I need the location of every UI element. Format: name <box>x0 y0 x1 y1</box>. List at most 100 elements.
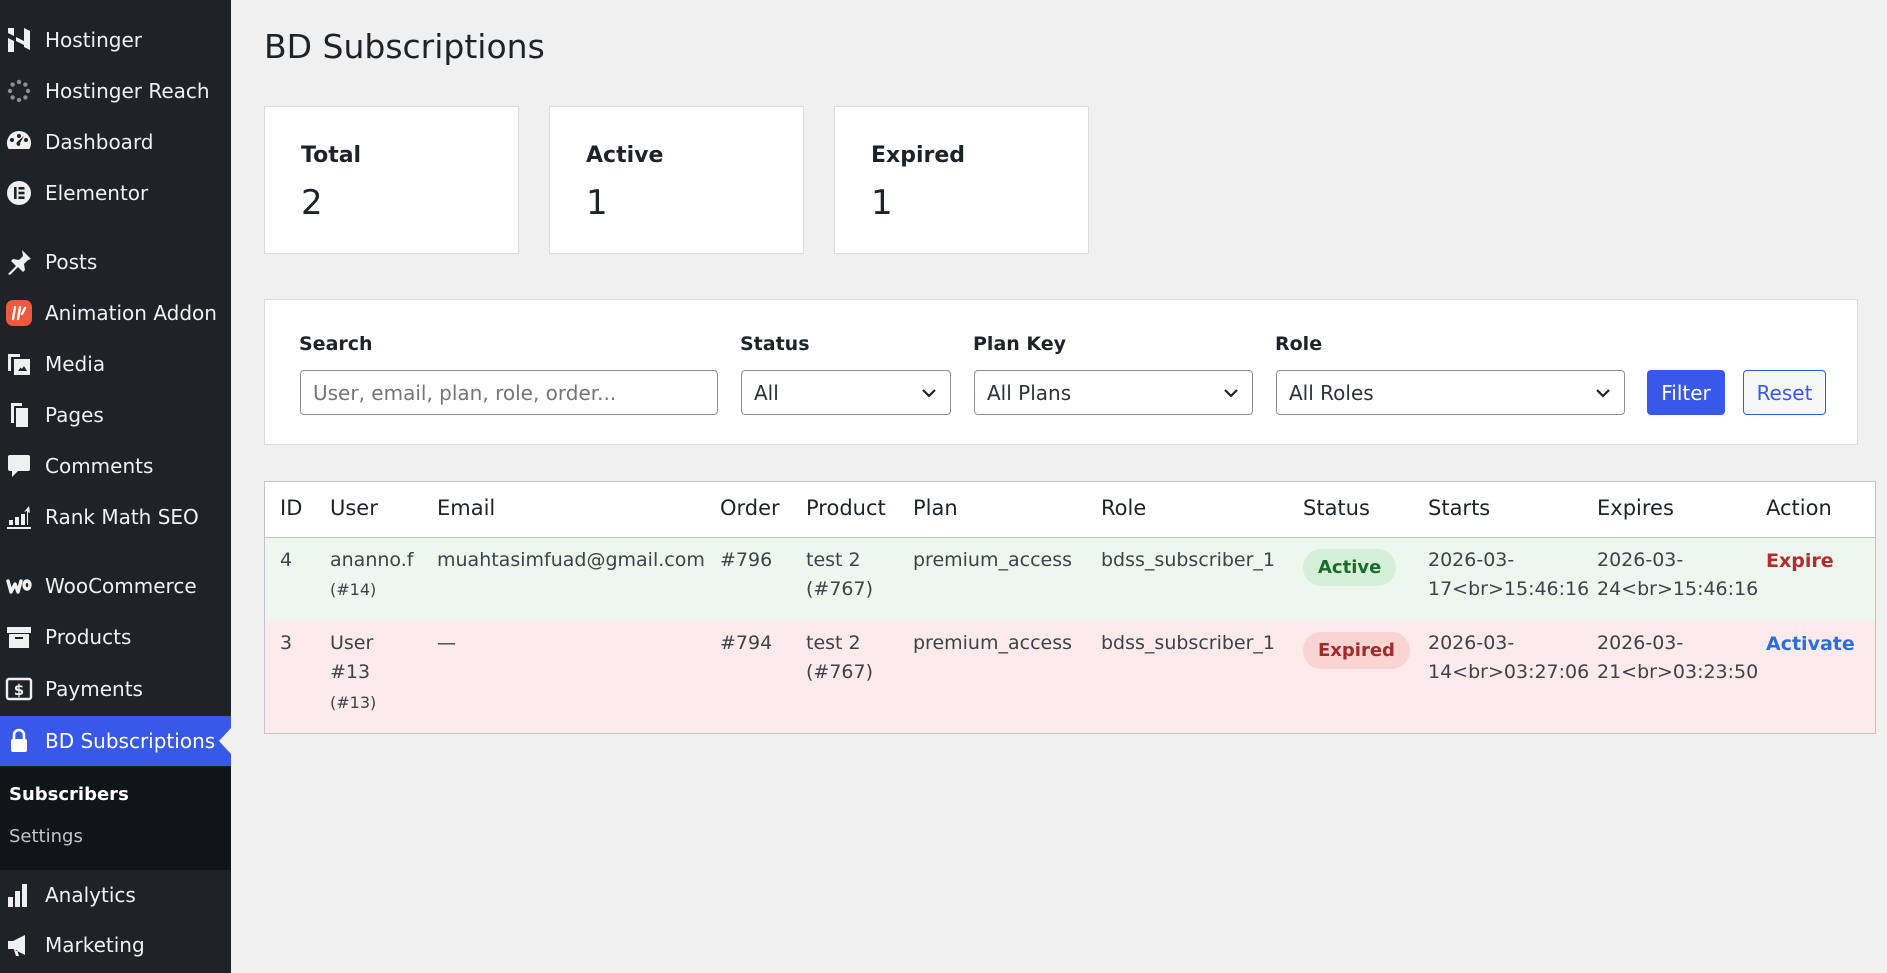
svg-text:$: $ <box>14 681 24 699</box>
stat-value: 1 <box>871 183 893 223</box>
cell-id: 3 <box>280 632 293 654</box>
megaphone-icon <box>2 930 36 960</box>
hostinger-icon <box>2 25 36 55</box>
sidebar-item-label: Rank Math SEO <box>45 505 199 529</box>
sidebar-item-animation-addon[interactable]: Animation Addon <box>0 288 231 338</box>
expire-link[interactable]: Expire <box>1766 550 1834 572</box>
stat-card-active: Active 1 <box>549 106 804 254</box>
cell-plan: premium_access <box>913 632 1073 654</box>
bd-subscriptions-submenu: Subscribers Settings <box>0 767 231 870</box>
sidebar-item-label: WooCommerce <box>45 574 197 598</box>
sidebar-item-media[interactable]: Media <box>0 339 231 389</box>
cell-expires: 2026-03- <box>1597 632 1684 654</box>
chevron-down-icon <box>922 389 936 398</box>
cell-starts: 2026-03- <box>1428 632 1515 654</box>
reset-button[interactable]: Reset <box>1743 370 1826 415</box>
role-select[interactable]: All Roles <box>1276 370 1625 415</box>
sidebar-item-products[interactable]: Products <box>0 612 231 662</box>
lock-icon <box>2 726 36 756</box>
sidebar-item-marketing[interactable]: Marketing <box>0 920 231 970</box>
cell-starts-time: 17<br>15:46:16 <box>1428 578 1590 600</box>
cell-order: #794 <box>720 632 773 654</box>
sidebar-item-dashboard[interactable]: Dashboard <box>0 117 231 167</box>
pages-icon <box>2 400 36 430</box>
sidebar-item-label: Comments <box>45 454 154 478</box>
sidebar-item-payments[interactable]: $ Payments <box>0 664 231 714</box>
plan-key-label: Plan Key <box>973 333 1067 355</box>
submenu-settings[interactable]: Settings <box>9 826 83 847</box>
sidebar-item-label: Hostinger Reach <box>45 79 210 103</box>
cell-user: ananno.f <box>330 549 414 571</box>
column-header-id: ID <box>280 496 303 520</box>
subscriptions-table: ID User Email Order Product Plan Role St… <box>264 481 1876 734</box>
submenu-subscribers[interactable]: Subscribers <box>9 784 129 805</box>
stat-label: Active <box>586 143 664 168</box>
sidebar-item-bd-subscriptions[interactable]: BD Subscriptions <box>0 716 231 766</box>
sidebar-item-woocommerce[interactable]: WooCommerce <box>0 561 231 611</box>
status-badge: Expired <box>1303 632 1410 669</box>
spinner-icon <box>2 76 36 106</box>
sidebar-item-pages[interactable]: Pages <box>0 390 231 440</box>
sidebar-item-elementor[interactable]: Elementor <box>0 168 231 218</box>
column-header-status: Status <box>1303 496 1370 520</box>
plan-key-select-value: All Plans <box>987 380 1072 405</box>
column-header-expires: Expires <box>1597 496 1674 520</box>
sidebar-item-label: Animation Addon <box>45 301 217 325</box>
column-header-action: Action <box>1766 496 1832 520</box>
sidebar-item-label: Posts <box>45 250 98 274</box>
page-title: BD Subscriptions <box>264 27 545 66</box>
sidebar-item-label: Elementor <box>45 181 149 205</box>
cell-product-id: (#767) <box>806 661 874 683</box>
status-label: Status <box>740 333 810 355</box>
plan-key-select[interactable]: All Plans <box>974 370 1253 415</box>
status-select[interactable]: All <box>741 370 951 415</box>
cell-plan: premium_access <box>913 549 1073 571</box>
sidebar-item-comments[interactable]: Comments <box>0 441 231 491</box>
activate-link[interactable]: Activate <box>1766 633 1855 655</box>
sidebar-item-analytics[interactable]: Analytics <box>0 870 231 920</box>
cell-user-id: (#13) <box>330 693 377 712</box>
sidebar-item-label: Hostinger <box>45 28 142 52</box>
animation-addon-icon <box>2 298 36 328</box>
table-row: 4 ananno.f (#14) muahtasimfuad@gmail.com… <box>265 538 1875 621</box>
cell-user: User <box>330 632 374 654</box>
sidebar-item-posts[interactable]: Posts <box>0 237 231 287</box>
cell-product: test 2 <box>806 632 861 654</box>
cell-product: test 2 <box>806 549 861 571</box>
sidebar-item-label: Analytics <box>45 883 136 907</box>
admin-sidebar: Hostinger Hostinger Reach Dashboard Elem… <box>0 0 231 973</box>
cell-expires: 2026-03- <box>1597 549 1684 571</box>
cell-user-line2: #13 <box>330 661 371 683</box>
table-row: 3 User #13 (#13) — #794 test 2 (#767) pr… <box>265 621 1875 733</box>
search-input[interactable]: User, email, plan, role, order... <box>300 370 718 415</box>
dollar-icon: $ <box>2 674 36 704</box>
sidebar-item-label: Marketing <box>45 933 145 957</box>
column-header-email: Email <box>437 496 496 520</box>
stat-card-total: Total 2 <box>264 106 519 254</box>
bar-chart-icon <box>2 880 36 910</box>
column-header-role: Role <box>1101 496 1147 520</box>
filter-button[interactable]: Filter <box>1647 370 1725 415</box>
archive-icon <box>2 622 36 652</box>
cell-id: 4 <box>280 549 293 571</box>
role-label: Role <box>1275 333 1323 355</box>
rank-math-icon <box>2 502 36 532</box>
sidebar-item-rank-math-seo[interactable]: Rank Math SEO <box>0 492 231 542</box>
cell-starts-time: 14<br>03:27:06 <box>1428 661 1590 683</box>
chevron-down-icon <box>1596 389 1610 398</box>
column-header-plan: Plan <box>913 496 958 520</box>
search-label: Search <box>299 333 373 355</box>
filter-panel: Search User, email, plan, role, order...… <box>264 299 1858 445</box>
stat-label: Total <box>301 143 362 168</box>
sidebar-item-label: Products <box>45 625 132 649</box>
role-select-value: All Roles <box>1289 380 1374 405</box>
status-badge: Active <box>1303 549 1397 586</box>
cell-email: — <box>437 632 456 654</box>
pin-icon <box>2 247 36 277</box>
elementor-icon <box>2 178 36 208</box>
column-header-order: Order <box>720 496 780 520</box>
column-header-user: User <box>330 496 378 520</box>
stat-card-expired: Expired 1 <box>834 106 1089 254</box>
sidebar-item-hostinger[interactable]: Hostinger <box>0 15 231 65</box>
sidebar-item-hostinger-reach[interactable]: Hostinger Reach <box>0 66 231 116</box>
